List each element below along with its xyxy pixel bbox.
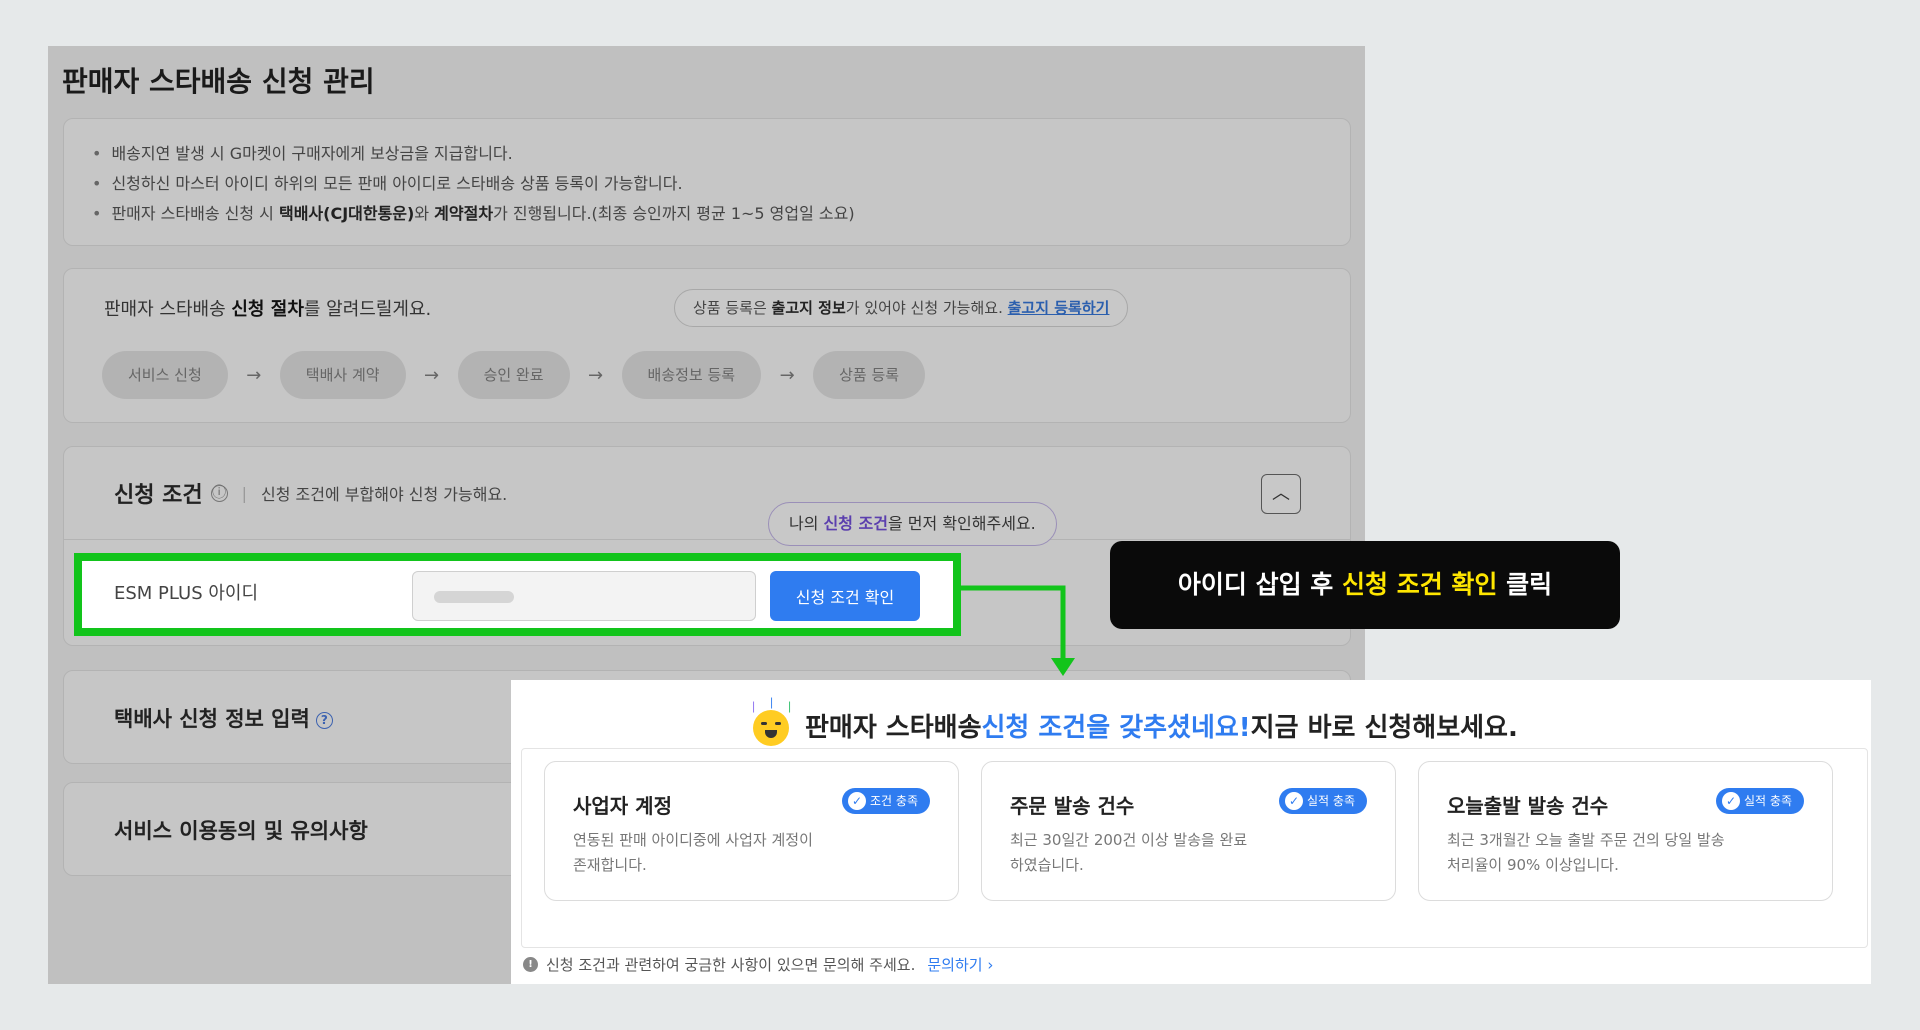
- card-title: 오늘출발 발송 건수: [1447, 794, 1609, 818]
- highlighted-id-row: ESM PLUS 아이디 신청 조건 확인: [74, 553, 961, 636]
- warehouse-tip: 상품 등록은 출고지 정보가 있어야 신청 가능해요. 출고지 등록하기: [674, 289, 1129, 327]
- process-lead: 판매자 스타배송 신청 절차를 알려드릴게요.: [104, 299, 432, 320]
- chevron-up-icon: ︿: [1272, 483, 1290, 504]
- condition-tooltip: 나의 신청 조건을 먼저 확인해주세요.: [768, 502, 1057, 546]
- result-footer: ! 신청 조건과 관련하여 궁금한 사항이 있으면 문의해 주세요. 문의하기 …: [523, 954, 993, 975]
- footer-text: 신청 조건과 관련하여 궁금한 사항이 있으면 문의해 주세요.: [546, 956, 916, 974]
- check-icon: ✓: [848, 792, 867, 810]
- header-separator: |: [241, 483, 248, 503]
- instruction-callout: 아이디 삽입 후 신청 조건 확인 클릭: [1110, 541, 1620, 629]
- result-panel: ❘ ❘ ❘ 판매자 스타배송 신청 조건을 갖추셨네요! 지금 바로 신청해보세…: [511, 680, 1871, 984]
- card-business-account: 사업자 계정 ✓ 조건 충족 연동된 판매 아이디중에 사업자 계정이 존재합니다…: [544, 761, 959, 901]
- result-headline: ❘ ❘ ❘ 판매자 스타배송 신청 조건을 갖추셨네요! 지금 바로 신청해보세…: [747, 696, 1518, 750]
- condition-header: 신청 조건 ⓘ | 신청 조건에 부합해야 신청 가능해요.: [114, 477, 507, 509]
- condition-desc: 신청 조건에 부합해야 신청 가능해요.: [261, 485, 508, 504]
- step-service-apply: 서비스 신청: [102, 351, 228, 399]
- warehouse-register-link[interactable]: 출고지 등록하기: [1008, 299, 1110, 317]
- arrow-right-icon: →: [424, 364, 440, 386]
- card-title: 주문 발송 건수: [1010, 794, 1135, 818]
- info-icon[interactable]: ⓘ: [210, 484, 228, 502]
- terms-heading: 서비스 이용동의 및 유의사항: [114, 819, 368, 843]
- notice-item: 판매자 스타배송 신청 시 택배사(CJ대한통운)와 계약절차가 진행됩니다.(…: [92, 199, 854, 229]
- status-badge: ✓ 실적 충족: [1716, 788, 1804, 814]
- notice-panel: 배송지연 발생 시 G마켓이 구매자에게 보상금을 지급합니다. 신청하신 마스…: [63, 118, 1351, 246]
- process-panel: 판매자 스타배송 신청 절차를 알려드릴게요. 상품 등록은 출고지 정보가 있…: [63, 268, 1351, 423]
- divider: [64, 539, 1350, 540]
- notice-list: 배송지연 발생 시 G마켓이 구매자에게 보상금을 지급합니다. 신청하신 마스…: [92, 139, 855, 229]
- arrow-right-icon: →: [587, 364, 604, 386]
- info-icon: !: [523, 957, 538, 972]
- id-label: ESM PLUS 아이디: [114, 583, 259, 604]
- inquiry-link[interactable]: 문의하기 ›: [927, 954, 993, 975]
- check-icon: ✓: [1722, 792, 1741, 810]
- page-title: 판매자 스타배송 신청 관리: [62, 65, 375, 98]
- check-condition-button[interactable]: 신청 조건 확인: [770, 571, 920, 621]
- condition-cards: 사업자 계정 ✓ 조건 충족 연동된 판매 아이디중에 사업자 계정이 존재합니다…: [521, 748, 1868, 948]
- step-delivery-info: 배송정보 등록: [621, 351, 762, 399]
- notice-item: 배송지연 발생 시 G마켓이 구매자에게 보상금을 지급합니다.: [92, 139, 855, 169]
- process-steps: 서비스 신청 → 택배사 계약 → 승인 완료 → 배송정보 등록 → 상품 등…: [102, 351, 926, 399]
- status-badge: ✓ 실적 충족: [1279, 788, 1367, 814]
- card-today-shipments: 오늘출발 발송 건수 ✓ 실적 충족 최근 3개월간 오늘 출발 주문 건의 당일…: [1418, 761, 1833, 901]
- help-icon[interactable]: ?: [315, 711, 333, 729]
- arrow-right-icon: →: [779, 364, 795, 386]
- check-icon: ✓: [1285, 792, 1304, 810]
- condition-heading: 신청 조건: [114, 483, 203, 508]
- carrier-heading: 택배사 신청 정보 입력?: [114, 703, 333, 733]
- arrow-right-icon: →: [246, 364, 262, 386]
- step-product-register: 상품 등록: [813, 351, 926, 399]
- notice-item: 신청하신 마스터 아이디 하위의 모든 판매 아이디로 스타배송 상품 등록이 …: [92, 169, 855, 199]
- card-title: 사업자 계정: [573, 794, 672, 818]
- card-desc: 최근 3개월간 오늘 출발 주문 건의 당일 발송 처리율이 90% 이상입니다…: [1447, 831, 1725, 874]
- card-desc: 최근 30일간 200건 이상 발송을 완료하였습니다.: [1010, 831, 1248, 874]
- collapse-button[interactable]: ︿: [1261, 474, 1301, 514]
- card-order-shipments: 주문 발송 건수 ✓ 실적 충족 최근 30일간 200건 이상 발송을 완료하였…: [981, 761, 1396, 901]
- status-badge: ✓ 조건 충족: [842, 788, 930, 814]
- step-approval: 승인 완료: [457, 351, 570, 399]
- card-desc: 연동된 판매 아이디중에 사업자 계정이 존재합니다.: [573, 831, 813, 874]
- celebration-emoji-icon: ❘ ❘ ❘: [747, 696, 795, 750]
- step-carrier-contract: 택배사 계약: [279, 351, 406, 399]
- blurred-id-value: [434, 591, 514, 603]
